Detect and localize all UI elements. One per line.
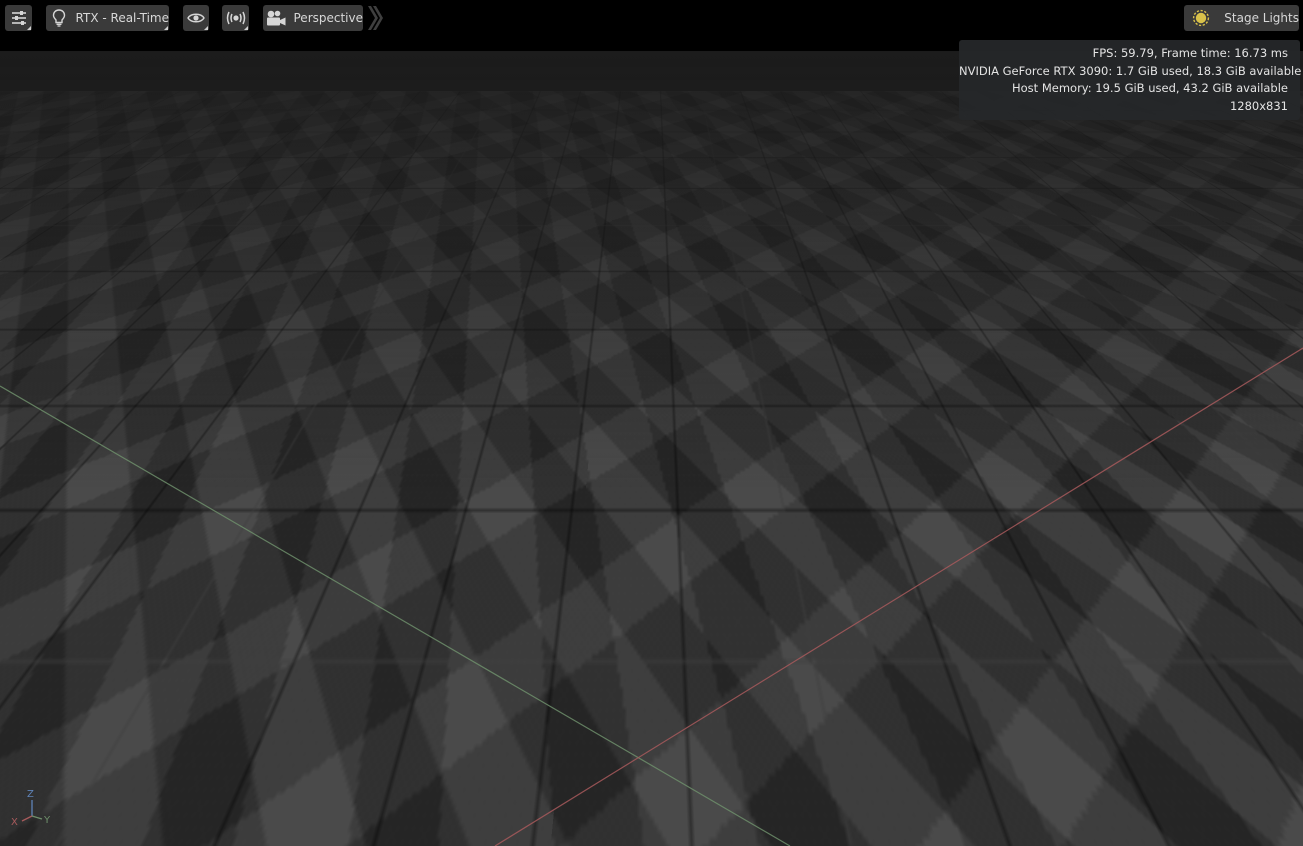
renderer-button[interactable]: RTX - Real-Time — [46, 5, 169, 31]
resolution-readout: 1280x831 — [1229, 98, 1288, 113]
camera-label: Perspective — [293, 11, 364, 25]
sun-icon — [1184, 8, 1218, 28]
fps-readout: FPS: 59.79, Frame time: 16.73 ms — [1092, 46, 1288, 60]
eye-icon — [183, 12, 209, 24]
dropdown-corner — [204, 26, 208, 30]
host-memory-readout: Host Memory: 19.5 GiB used, 43.2 GiB ava… — [1012, 81, 1288, 95]
y-axis-line — [0, 385, 791, 846]
renderer-label: RTX - Real-Time — [75, 11, 169, 25]
camera-button[interactable]: Perspective — [263, 5, 363, 31]
toolbar-expand-button[interactable] — [366, 5, 384, 31]
world-axis-lines — [0, 347, 1303, 846]
gpu-memory-readout: NVIDIA GeForce RTX 3090: 1.7 GiB used, 1… — [959, 63, 1302, 78]
dropdown-corner — [164, 26, 168, 30]
live-sync-button[interactable] — [222, 5, 249, 31]
stage-lights-button[interactable]: Stage Lights — [1184, 5, 1299, 31]
settings-button[interactable] — [5, 5, 32, 31]
x-axis-line — [494, 347, 1303, 846]
dropdown-corner — [27, 26, 31, 30]
lightbulb-icon — [46, 9, 72, 27]
dropdown-corner — [244, 26, 248, 30]
broadcast-icon — [222, 11, 249, 25]
gizmo-z-label: Z — [27, 789, 34, 800]
double-chevron-right-icon — [366, 6, 384, 35]
sliders-icon — [5, 10, 32, 26]
stats-overlay: FPS: 59.79, Frame time: 16.73 ms NVIDIA … — [959, 40, 1302, 120]
visibility-button[interactable] — [183, 5, 209, 31]
gizmo-y-label: Y — [44, 815, 51, 826]
gizmo-x-label: X — [11, 817, 18, 828]
stage-lights-label: Stage Lights — [1224, 11, 1299, 25]
axis-gizmo: Z X Y — [8, 786, 58, 830]
viewport[interactable]: RTX - Real-Time Perspective Stage Lights… — [0, 0, 1303, 846]
movie-camera-icon — [264, 9, 289, 27]
